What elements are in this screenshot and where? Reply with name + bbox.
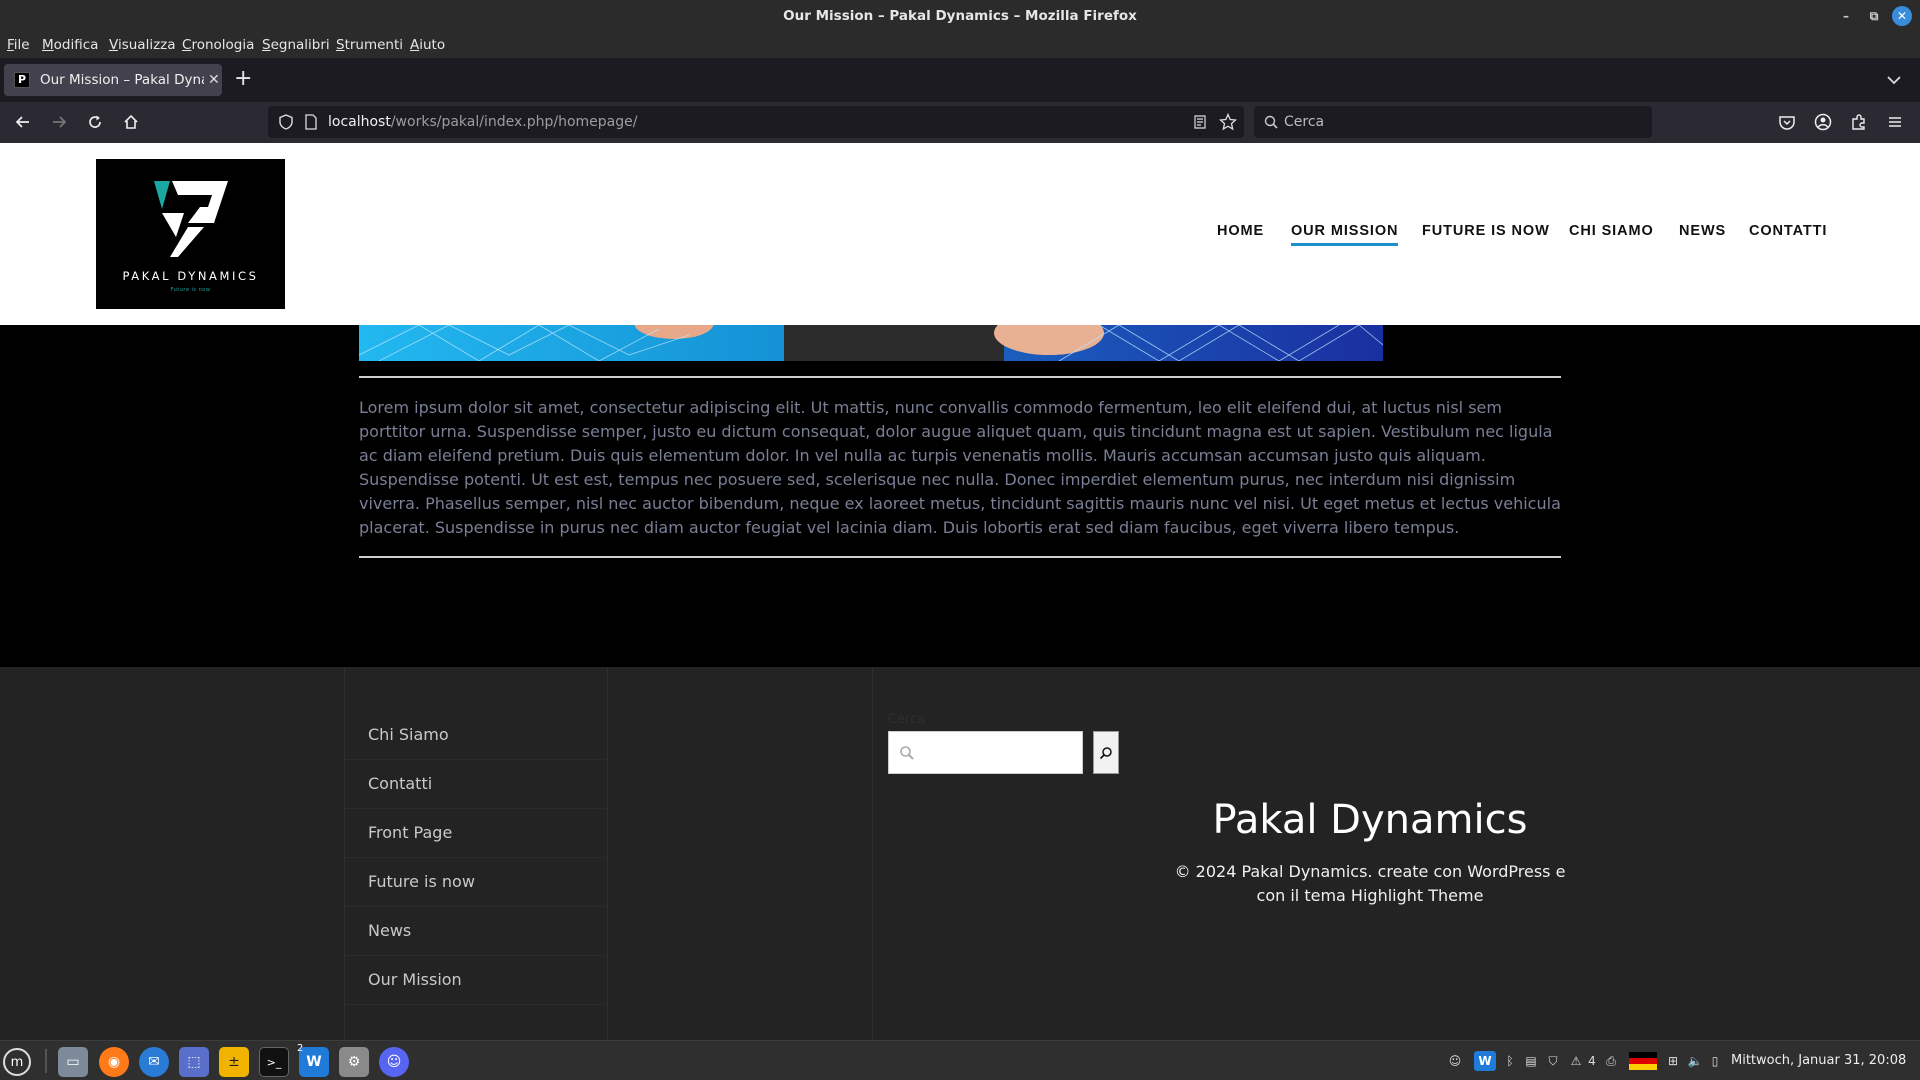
printer-icon[interactable]: ⎙: [1602, 1051, 1620, 1071]
url-bar[interactable]: localhost/works/pakal/index.php/homepage…: [268, 106, 1244, 138]
site-header: PAKAL DYNAMICS Future is now HOME OUR MI…: [0, 143, 1920, 325]
search-placeholder: Cerca: [1284, 114, 1325, 130]
footer-link-our-mission[interactable]: Our Mission: [344, 956, 606, 1005]
minimize-icon[interactable]: –: [1836, 6, 1856, 26]
nav-toolbar: localhost/works/pakal/index.php/homepage…: [0, 102, 1920, 143]
nav-chi-siamo[interactable]: CHI SIAMO: [1569, 223, 1654, 239]
nav-news[interactable]: NEWS: [1679, 223, 1726, 239]
footer-link-front-page[interactable]: Front Page: [344, 809, 606, 858]
footer-menu: Chi Siamo Contatti Front Page Future is …: [344, 711, 606, 1005]
url-host: localhost: [328, 114, 391, 130]
content-divider-bottom: [359, 556, 1561, 558]
hero-image: [359, 325, 1383, 361]
window-titlebar: Our Mission – Pakal Dynamics – Mozilla F…: [0, 0, 1920, 32]
search-icon: [1099, 746, 1112, 759]
menu-segnalibri[interactable]: Segnalibri: [262, 37, 330, 53]
network-icon[interactable]: ⊞: [1664, 1051, 1682, 1071]
mission-text: Lorem ipsum dolor sit amet, consectetur …: [359, 398, 1561, 537]
footer-link-future-is-now[interactable]: Future is now: [344, 858, 606, 907]
reload-icon[interactable]: [83, 110, 107, 134]
footer-link-contatti[interactable]: Contatti: [344, 760, 606, 809]
footer-column-divider: [607, 667, 608, 1040]
menu-bar: File Modifica Visualizza Cronologia Segn…: [0, 32, 1920, 58]
calculator-icon[interactable]: ±: [219, 1047, 249, 1077]
footer-copyright: © 2024 Pakal Dynamics. create con WordPr…: [1174, 862, 1566, 905]
search-icon: [900, 746, 914, 760]
logo-tagline: Future is now: [170, 287, 211, 293]
footer-search-input[interactable]: [888, 731, 1083, 774]
footer-search-label: Cerca: [888, 712, 926, 727]
footer-column-divider: [872, 667, 873, 1040]
tab-close-icon[interactable]: ✕: [208, 72, 220, 88]
nav-future-is-now[interactable]: FUTURE IS NOW: [1422, 223, 1550, 239]
keyboard-layout-flag-icon[interactable]: [1628, 1051, 1658, 1071]
bookmark-star-icon[interactable]: [1219, 113, 1237, 131]
menu-visualizza[interactable]: Visualizza: [109, 37, 176, 53]
webstorm-icon[interactable]: W: [299, 1047, 329, 1077]
new-tab-icon[interactable]: +: [234, 68, 252, 90]
menu-modifica[interactable]: Modifica: [42, 37, 98, 53]
main-content: Lorem ipsum dolor sit amet, consectetur …: [359, 376, 1561, 558]
url-path: /works/pakal/index.php/homepage/: [390, 114, 638, 130]
discord-tray-icon[interactable]: ☺: [1444, 1051, 1466, 1071]
nav-contatti[interactable]: CONTATTI: [1749, 223, 1827, 239]
volume-icon[interactable]: 🔈: [1686, 1051, 1704, 1071]
os-taskbar: m ▭ ◉ ✉ ⬚ ± >_ W 2 ⚙ ☺ ☺ W ᛒ ▤ ⛉ ⚠ 4 ⎙ ⊞…: [0, 1040, 1920, 1080]
site-favicon: P: [14, 72, 30, 88]
footer-search-button[interactable]: [1093, 731, 1119, 774]
footer-link-news[interactable]: News: [344, 907, 606, 956]
reader-view-icon[interactable]: [1192, 114, 1208, 130]
menu-file[interactable]: File: [7, 37, 30, 53]
nav-home[interactable]: HOME: [1217, 223, 1264, 239]
maximize-icon[interactable]: ⧉: [1864, 6, 1884, 26]
window-title: Our Mission – Pakal Dynamics – Mozilla F…: [783, 8, 1137, 24]
menu-strumenti[interactable]: Strumenti: [336, 37, 403, 53]
forward-icon[interactable]: [47, 110, 71, 134]
menu-icon[interactable]: m: [3, 1048, 31, 1076]
updates-count: 4: [1588, 1054, 1596, 1068]
battery-icon[interactable]: ▯: [1708, 1051, 1722, 1071]
extensions-icon[interactable]: [1847, 110, 1871, 134]
taskbar-separator: [45, 1049, 47, 1073]
menu-aiuto[interactable]: Aiuto: [410, 37, 445, 53]
search-bar[interactable]: Cerca: [1254, 106, 1652, 138]
content-divider-top: [359, 376, 1561, 378]
firefox-icon[interactable]: ◉: [99, 1047, 129, 1077]
settings-icon[interactable]: ⚙: [339, 1047, 369, 1077]
home-icon[interactable]: [119, 110, 143, 134]
footer-brand: Pakal Dynamics: [1212, 797, 1528, 843]
clipboard-icon[interactable]: ▤: [1522, 1051, 1540, 1071]
logo-brand: PAKAL DYNAMICS: [122, 269, 259, 283]
hamburger-menu-icon[interactable]: [1883, 110, 1907, 134]
back-icon[interactable]: [11, 110, 35, 134]
taskbar-clock[interactable]: Mittwoch, Januar 31, 20:08: [1731, 1053, 1906, 1068]
menu-cronologia[interactable]: Cronologia: [182, 37, 254, 53]
tab-strip: P Our Mission – Pakal Dynamics ✕ +: [0, 58, 1920, 102]
site-logo[interactable]: PAKAL DYNAMICS Future is now: [96, 159, 285, 309]
thunderbird-icon[interactable]: ✉: [139, 1047, 169, 1077]
discord-icon[interactable]: ☺: [379, 1047, 409, 1077]
files-icon[interactable]: ▭: [58, 1047, 88, 1077]
search-icon: [1264, 115, 1278, 129]
tracking-shield-icon[interactable]: [278, 114, 294, 130]
site-footer: [0, 667, 1920, 1040]
nav-our-mission[interactable]: OUR MISSION: [1291, 223, 1399, 246]
bluetooth-icon[interactable]: ᛒ: [1502, 1051, 1518, 1071]
shield-icon[interactable]: ⛉: [1544, 1051, 1562, 1071]
account-icon[interactable]: [1811, 110, 1835, 134]
terminal-icon[interactable]: >_: [259, 1047, 289, 1077]
updates-icon[interactable]: ⚠: [1568, 1051, 1584, 1071]
screenshot-icon[interactable]: ⬚: [179, 1047, 209, 1077]
webstorm-tray-icon[interactable]: W: [1474, 1051, 1496, 1071]
url-text: localhost/works/pakal/index.php/homepage…: [328, 114, 637, 130]
webstorm-window-count: 2: [297, 1043, 304, 1054]
pocket-icon[interactable]: [1775, 110, 1799, 134]
list-all-tabs-icon[interactable]: [1884, 70, 1904, 90]
footer-link-chi-siamo[interactable]: Chi Siamo: [344, 711, 606, 760]
logo-mark-icon: [154, 181, 228, 257]
page-info-icon[interactable]: [304, 114, 318, 130]
tab-title: Our Mission – Pakal Dynamics: [40, 72, 204, 88]
tab-our-mission[interactable]: P Our Mission – Pakal Dynamics ✕: [4, 64, 222, 96]
close-window-icon[interactable]: ✕: [1892, 6, 1912, 26]
